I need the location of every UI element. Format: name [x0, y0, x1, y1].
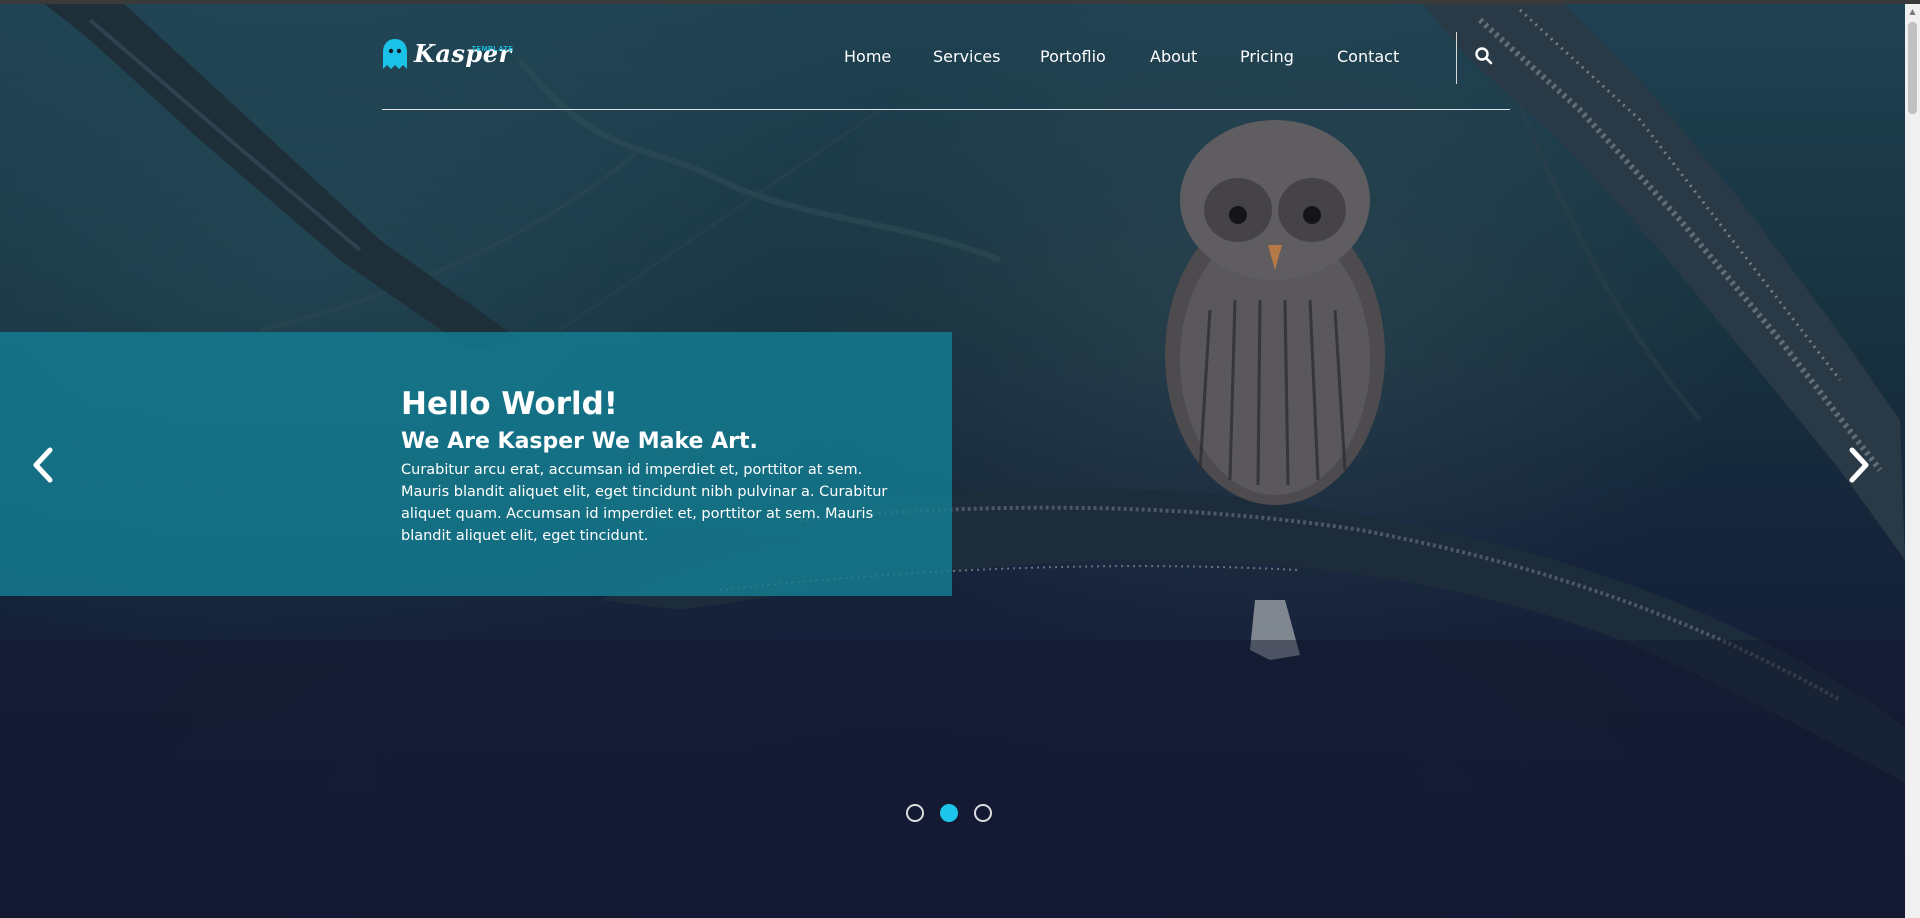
logo-brand: Kasper TEMPLATE [414, 36, 513, 72]
search-button[interactable] [1474, 46, 1494, 66]
nav-item-contact[interactable]: Contact [1337, 46, 1399, 68]
scroll-up-arrow-icon[interactable]: ▲ [1905, 4, 1920, 19]
nav-divider [1456, 32, 1457, 84]
slide-subtitle: We Are Kasper We Make Art. [401, 429, 758, 454]
window-top-strip [0, 0, 1920, 4]
carousel-dot-1[interactable] [906, 804, 924, 822]
slide-caption-box: Hello World! We Are Kasper We Make Art. … [0, 332, 952, 596]
logo-tagline: TEMPLATE [471, 46, 514, 53]
nav-item-services[interactable]: Services [933, 46, 1000, 68]
page: Kasper TEMPLATE Home Services Portoflio … [0, 0, 1920, 918]
header-divider-line [382, 109, 1510, 110]
carousel-prev-button[interactable] [24, 440, 64, 490]
nav-item-about[interactable]: About [1150, 46, 1197, 68]
slide-title: Hello World! [401, 386, 618, 422]
search-icon [1475, 47, 1493, 65]
scrollbar-thumb[interactable] [1908, 22, 1917, 114]
chevron-left-icon [33, 447, 53, 483]
carousel-next-button[interactable] [1838, 440, 1878, 490]
logo[interactable]: Kasper TEMPLATE [382, 36, 513, 72]
nav-item-portfolio[interactable]: Portoflio [1040, 46, 1106, 68]
nav-item-pricing[interactable]: Pricing [1240, 46, 1294, 68]
nav-item-home[interactable]: Home [844, 46, 891, 68]
slide-body-text: Curabitur arcu erat, accumsan id imperdi… [401, 462, 888, 544]
carousel-dot-2[interactable] [940, 804, 958, 822]
carousel-dot-3[interactable] [974, 804, 992, 822]
chevron-right-icon [1849, 447, 1869, 483]
ghost-icon [383, 39, 407, 69]
page-scrollbar[interactable]: ▲ [1905, 4, 1920, 918]
